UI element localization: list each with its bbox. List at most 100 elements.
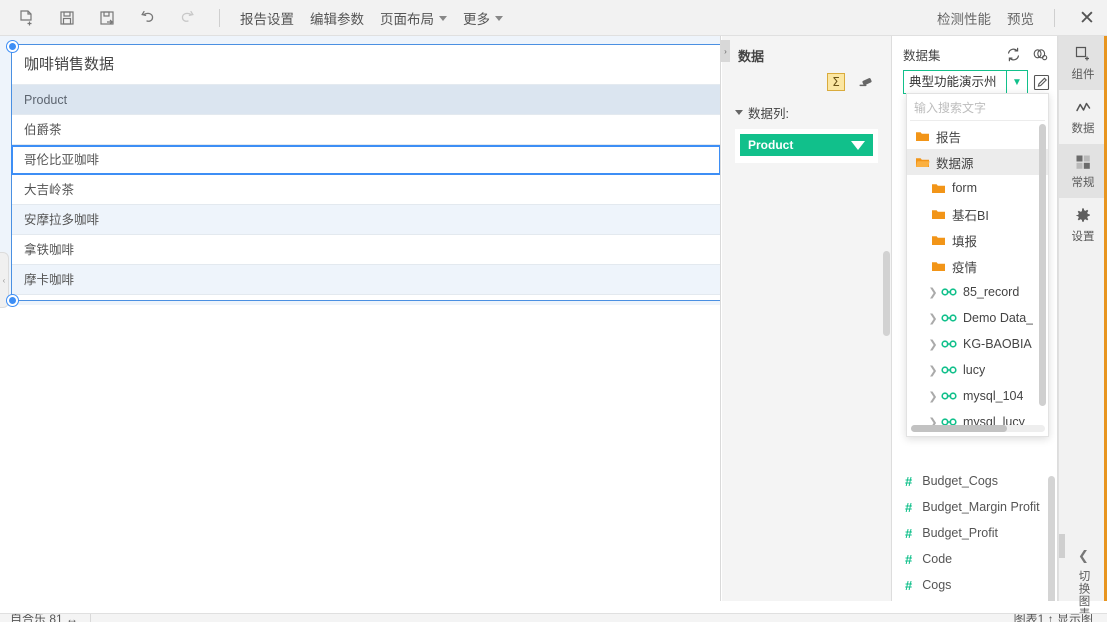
menu-report-settings[interactable]: 报告设置 <box>232 0 302 36</box>
menu-label: 更多 <box>463 11 490 27</box>
tree-item-yiqing[interactable]: 疫情 <box>907 253 1048 279</box>
switch-chart-button[interactable]: ❮ 切换图表 <box>1059 548 1107 620</box>
menu-label: 报告设置 <box>240 11 294 27</box>
tree-item-lucy[interactable]: ❯ lucy <box>907 357 1048 383</box>
field-label: Code <box>922 552 953 566</box>
save-icon[interactable] <box>54 5 80 31</box>
field-item[interactable]: # Budget_Margin Profit <box>893 494 1057 520</box>
tree-item-label: 数据源 <box>936 156 974 171</box>
gear-icon <box>1076 207 1090 222</box>
toolbar-right-group: 检测性能 预览 ✕ <box>929 0 1107 36</box>
tree-item-label: Demo Data_ <box>963 311 1034 325</box>
rail-item-settings[interactable]: 设置 <box>1059 198 1107 252</box>
table-column-header[interactable]: Product <box>12 85 720 115</box>
sigma-icon[interactable]: Σ <box>827 73 845 91</box>
folder-icon <box>931 207 946 222</box>
dataset-panel-scrollbar-thumb[interactable] <box>1048 476 1055 601</box>
table-row-selected[interactable]: 哥伦比亚咖啡 <box>11 145 720 175</box>
dropdown-horizontal-scrollbar[interactable] <box>911 425 1045 432</box>
dataset-dropdown[interactable]: 报告 数据源 form 基石BI 填报 <box>906 93 1049 437</box>
data-columns-dropzone[interactable]: Product <box>735 129 878 163</box>
rail-item-general[interactable]: 常规 <box>1059 144 1107 198</box>
field-chip-product[interactable]: Product <box>740 134 873 156</box>
link-icon <box>941 389 957 403</box>
field-item[interactable]: # Budget_Cogs <box>893 468 1057 494</box>
folder-icon <box>931 181 946 196</box>
search-input[interactable] <box>910 101 1045 115</box>
data-columns-label: 数据列: <box>748 107 789 121</box>
chevron-down-icon <box>735 110 743 115</box>
field-item[interactable]: # Cogs <box>893 572 1057 598</box>
tree-item-kg-baobiao[interactable]: ❯ KG-BAOBIA <box>907 331 1048 357</box>
tree-item-form[interactable]: form <box>907 175 1048 201</box>
detect-performance-button[interactable]: 检测性能 <box>929 0 999 36</box>
data-panel-scrollbar-thumb[interactable] <box>883 251 890 336</box>
link-icon <box>941 285 957 299</box>
chevron-down-icon[interactable] <box>851 140 865 150</box>
scrollbar-thumb[interactable] <box>911 425 1007 432</box>
undo-icon[interactable] <box>134 5 160 31</box>
rail-item-components[interactable]: 组件 <box>1059 36 1107 90</box>
save-as-icon[interactable] <box>94 5 120 31</box>
dataset-tree: 报告 数据源 form 基石BI 填报 疫情 ❯ 85_record ❯ Dem… <box>907 121 1048 435</box>
table-row[interactable]: 伯爵茶 <box>12 115 720 145</box>
data-table: Product 伯爵茶 哥伦比亚咖啡 大吉岭茶 安摩拉多咖啡 拿铁咖啡 摩卡咖啡 <box>11 85 720 295</box>
field-label: Budget_Margin Profit <box>922 500 1040 514</box>
menu-more[interactable]: 更多 <box>455 0 511 36</box>
tree-item-report[interactable]: 报告 <box>907 123 1048 149</box>
preview-button[interactable]: 预览 <box>999 0 1042 36</box>
resize-handle-bottom-left[interactable] <box>7 295 18 306</box>
toolbar-divider <box>219 8 220 27</box>
dataset-select[interactable]: 典型功能演示州 ▼ <box>903 70 1028 94</box>
table-row[interactable]: 安摩拉多咖啡 <box>12 205 720 235</box>
chevron-down-icon <box>495 16 503 21</box>
table-row[interactable]: 大吉岭茶 <box>12 175 720 205</box>
table-row[interactable]: 拿铁咖啡 <box>12 235 720 265</box>
chevron-right-icon[interactable]: ❯ <box>925 312 941 325</box>
measure-icon: # <box>905 473 913 489</box>
report-canvas[interactable]: 咖啡销售数据 Product 伯爵茶 哥伦比亚咖啡 大吉岭茶 安摩拉多咖啡 拿铁… <box>0 36 721 601</box>
resize-handle-top-left[interactable] <box>7 41 18 52</box>
chevron-right-icon[interactable]: ❯ <box>925 390 941 403</box>
link-icon <box>941 311 957 325</box>
chevron-right-icon[interactable]: ❯ <box>925 338 941 351</box>
dataset-search[interactable] <box>910 96 1045 121</box>
menu-edit-params[interactable]: 编辑参数 <box>302 0 372 36</box>
dropdown-vertical-scrollbar[interactable] <box>1039 124 1046 406</box>
edit-icon[interactable] <box>1032 73 1051 92</box>
tree-item-demo-data[interactable]: ❯ Demo Data_ <box>907 305 1048 331</box>
field-item[interactable]: # Cost <box>893 598 1057 601</box>
data-panel-collapse-button[interactable]: › <box>721 40 730 62</box>
data-columns-section-header[interactable]: 数据列: <box>722 103 891 122</box>
tree-item-label: 报告 <box>936 130 962 145</box>
eraser-icon[interactable] <box>857 74 873 90</box>
right-icon-rail: 组件 数据 常规 设置 ❮ 切换图表 <box>1058 36 1107 620</box>
tree-item-85-record[interactable]: ❯ 85_record <box>907 279 1048 305</box>
relations-icon[interactable] <box>1031 46 1049 64</box>
table-row[interactable]: 摩卡咖啡 <box>12 265 720 295</box>
link-icon <box>941 363 957 377</box>
field-item[interactable]: # Budget_Profit <box>893 520 1057 546</box>
field-label: Budget_Cogs <box>922 474 998 488</box>
redo-icon[interactable] <box>174 5 200 31</box>
tree-item-datasource[interactable]: 数据源 <box>907 149 1048 175</box>
measure-icon: # <box>905 577 913 593</box>
tree-item-mysql-104[interactable]: ❯ mysql_104 <box>907 383 1048 409</box>
rail-item-data[interactable]: 数据 <box>1059 90 1107 144</box>
tree-item-label: form <box>952 181 977 195</box>
field-item[interactable]: # Code <box>893 546 1057 572</box>
folder-icon <box>931 259 946 274</box>
measure-icon: # <box>905 499 913 515</box>
tree-item-jishibi[interactable]: 基石BI <box>907 201 1048 227</box>
close-icon[interactable]: ✕ <box>1067 0 1107 36</box>
refresh-icon[interactable] <box>1005 46 1023 64</box>
status-left-text: 自合乐 81 ↔ <box>10 613 79 622</box>
table-widget[interactable]: 咖啡销售数据 Product 伯爵茶 哥伦比亚咖啡 大吉岭茶 安摩拉多咖啡 拿铁… <box>11 44 720 301</box>
new-report-icon[interactable] <box>14 5 40 31</box>
tree-item-tianbao[interactable]: 填报 <box>907 227 1048 253</box>
chevron-right-icon[interactable]: ❯ <box>925 364 941 377</box>
chevron-right-icon[interactable]: ❯ <box>925 286 941 299</box>
menu-page-layout[interactable]: 页面布局 <box>372 0 455 36</box>
chevron-down-icon[interactable]: ▼ <box>1006 71 1027 93</box>
data-panel: › 数据 Σ 数据列: Product <box>721 36 892 601</box>
